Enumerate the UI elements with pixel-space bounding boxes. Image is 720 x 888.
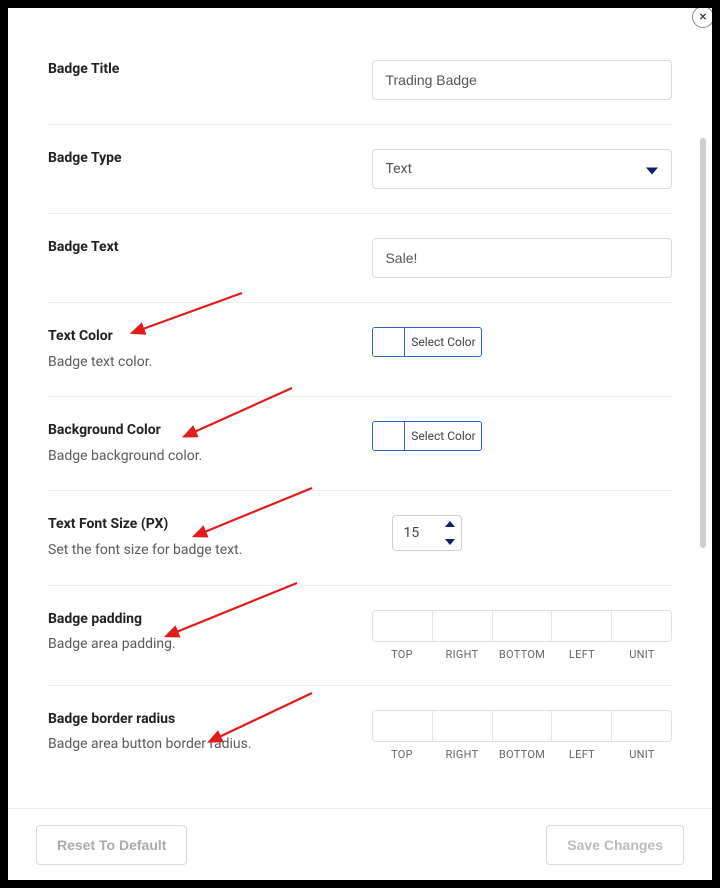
radius-unit-input[interactable]: [612, 711, 671, 741]
padding-top-input[interactable]: [373, 611, 432, 641]
modal-footer: Reset To Default Save Changes: [8, 808, 712, 880]
reset-button[interactable]: Reset To Default: [36, 825, 187, 865]
padding-label-left: LEFT: [552, 648, 612, 661]
row-radius: Badge border radius Badge area button bo…: [48, 686, 672, 785]
row-bg-color: Background Color Badge background color.…: [48, 397, 672, 491]
radius-right-input[interactable]: [433, 711, 492, 741]
scrollbar-thumb[interactable]: [700, 138, 706, 548]
caret-down-icon: [445, 539, 455, 545]
label-badge-title: Badge Title: [48, 60, 360, 80]
bg-color-picker[interactable]: Select Color: [372, 421, 482, 451]
radius-label-left: LEFT: [552, 748, 612, 761]
padding-label-bottom: BOTTOM: [492, 648, 552, 661]
font-size-down[interactable]: [443, 536, 457, 548]
label-radius: Badge border radius: [48, 710, 317, 730]
font-size-value: 15: [403, 525, 419, 541]
radius-label-top: TOP: [372, 748, 432, 761]
desc-radius: Badge area button border radius.: [48, 735, 317, 755]
font-size-up[interactable]: [443, 518, 457, 530]
padding-label-top: TOP: [372, 648, 432, 661]
radius-label-bottom: BOTTOM: [492, 748, 552, 761]
padding-inputs: [372, 610, 672, 642]
desc-bg-color: Badge background color.: [48, 447, 360, 467]
radius-label-unit: UNIT: [612, 748, 672, 761]
label-font-size: Text Font Size (PX): [48, 515, 360, 535]
radius-top-input[interactable]: [373, 711, 432, 741]
settings-viewport: Badge Title Badge Type Text: [32, 28, 688, 800]
text-color-picker-label: Select Color: [405, 328, 481, 356]
label-padding: Badge padding: [48, 610, 317, 630]
radius-inputs: [372, 710, 672, 742]
desc-padding: Badge area padding.: [48, 635, 317, 655]
row-badge-type: Badge Type Text: [48, 125, 672, 214]
font-size-stepper[interactable]: 15: [392, 515, 462, 551]
badge-type-select[interactable]: Text: [372, 149, 672, 189]
desc-font-size: Set the font size for badge text.: [48, 541, 360, 561]
modal-frame: × Badge Title: [0, 0, 720, 888]
row-badge-title: Badge Title: [48, 36, 672, 125]
label-text-color: Text Color: [48, 327, 360, 347]
bg-color-swatch: [373, 422, 405, 450]
row-badge-text: Badge Text: [48, 214, 672, 303]
row-text-color: Text Color Badge text color. Select Colo…: [48, 303, 672, 397]
padding-bottom-input[interactable]: [493, 611, 552, 641]
radius-left-input[interactable]: [552, 711, 611, 741]
desc-text-color: Badge text color.: [48, 353, 360, 373]
row-padding: Badge padding Badge area padding.: [48, 586, 672, 686]
row-font-size: Text Font Size (PX) Set the font size fo…: [48, 491, 672, 585]
padding-label-unit: UNIT: [612, 648, 672, 661]
label-badge-text: Badge Text: [48, 238, 360, 258]
radius-bottom-input[interactable]: [493, 711, 552, 741]
label-bg-color: Background Color: [48, 421, 360, 441]
padding-right-input[interactable]: [433, 611, 492, 641]
text-color-swatch: [373, 328, 405, 356]
badge-title-input[interactable]: [372, 60, 672, 100]
save-button[interactable]: Save Changes: [546, 825, 684, 865]
caret-up-icon: [445, 521, 455, 527]
radius-label-right: RIGHT: [432, 748, 492, 761]
badge-type-value: Text: [385, 161, 412, 177]
bg-color-picker-label: Select Color: [405, 422, 481, 450]
close-button[interactable]: ×: [692, 6, 714, 28]
badge-text-input[interactable]: [372, 238, 672, 278]
padding-left-input[interactable]: [552, 611, 611, 641]
label-badge-type: Badge Type: [48, 149, 360, 169]
text-color-picker[interactable]: Select Color: [372, 327, 482, 357]
padding-unit-input[interactable]: [612, 611, 671, 641]
chevron-down-icon: [646, 160, 658, 179]
settings-content: Badge Title Badge Type Text: [32, 28, 688, 785]
padding-label-right: RIGHT: [432, 648, 492, 661]
